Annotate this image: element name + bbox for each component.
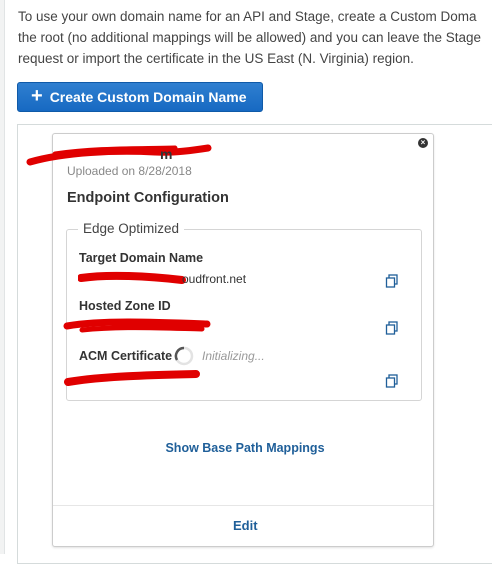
redaction-mark-target <box>78 271 186 284</box>
endpoint-configuration-title: Endpoint Configuration <box>67 190 229 206</box>
plus-icon: + <box>31 85 43 107</box>
target-domain-value: oudfront.net <box>182 272 247 286</box>
target-domain-label: Target Domain Name <box>79 251 204 265</box>
copy-icon[interactable] <box>385 374 399 388</box>
intro-line-3: request or import the certificate in the… <box>18 51 414 66</box>
edit-link[interactable]: Edit <box>233 518 258 533</box>
domain-name: m <box>160 146 173 162</box>
show-base-path-mappings-link[interactable]: Show Base Path Mappings <box>0 441 490 455</box>
redaction-mark-hosted-zone <box>63 318 211 333</box>
copy-icon[interactable] <box>385 321 399 335</box>
close-icon[interactable]: × <box>418 138 428 148</box>
left-border <box>0 0 5 554</box>
redaction-mark-certificate <box>64 370 200 386</box>
acm-status: Initializing... <box>202 349 265 363</box>
hosted-zone-label: Hosted Zone ID <box>79 299 171 313</box>
loading-spinner-icon <box>174 346 194 366</box>
endpoint-type-legend: Edge Optimized <box>78 221 185 236</box>
intro-text: To use your own domain name for an API a… <box>18 6 492 69</box>
intro-line-2: the root (no additional mappings will be… <box>18 30 482 45</box>
intro-line-1: To use your own domain name for an API a… <box>18 9 477 24</box>
uploaded-date: Uploaded on 8/28/2018 <box>67 164 192 178</box>
card-footer-divider <box>53 505 433 506</box>
create-button-label: Create Custom Domain Name <box>49 89 247 105</box>
copy-icon[interactable] <box>385 274 399 288</box>
create-custom-domain-button[interactable]: + Create Custom Domain Name <box>17 82 263 112</box>
acm-certificate-label: ACM Certificate <box>79 349 173 363</box>
